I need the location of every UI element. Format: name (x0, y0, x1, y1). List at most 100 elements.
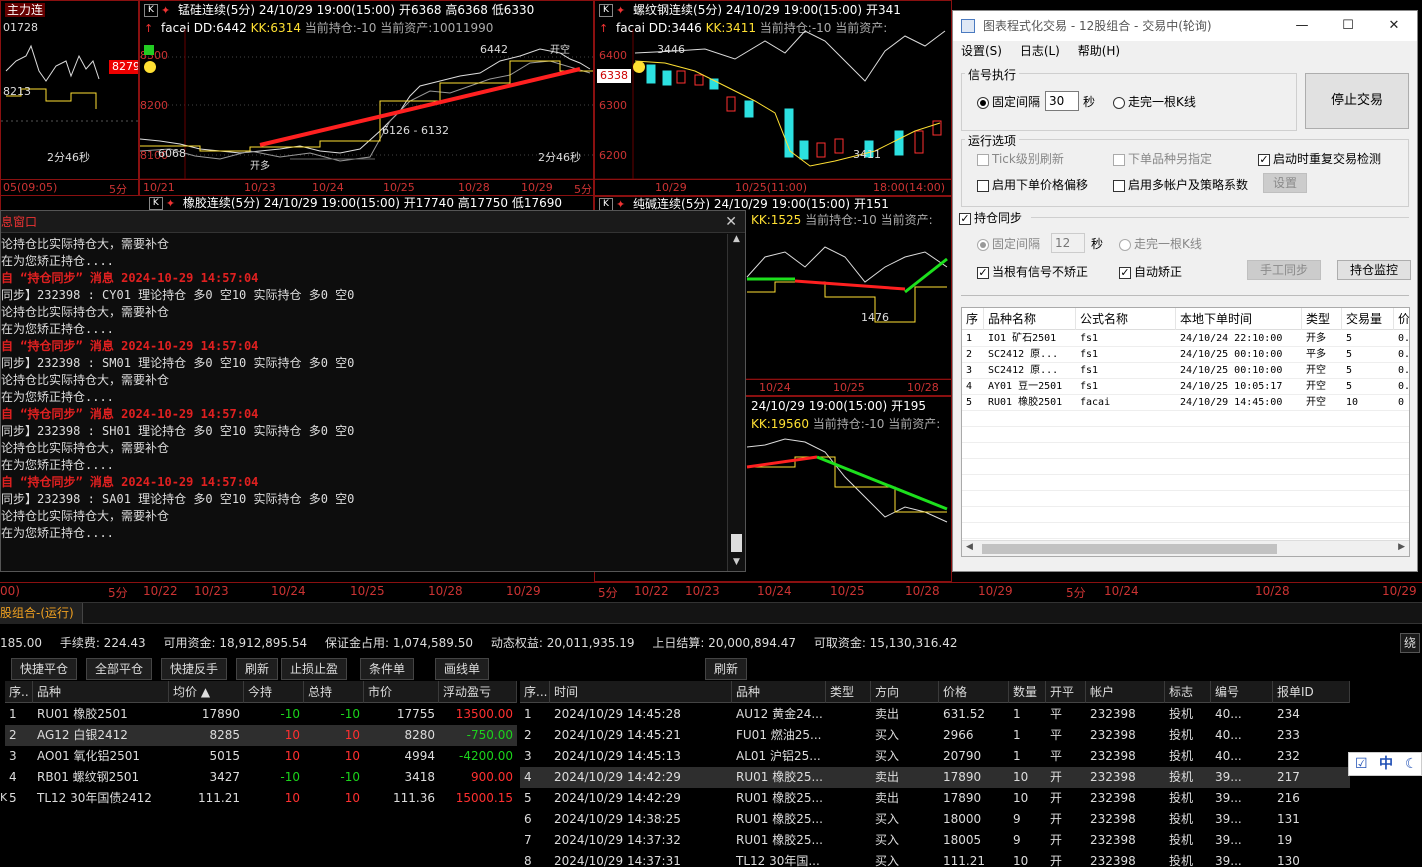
position-row[interactable]: 2 AG12 白银2412 8285 10 10 8280 -750.00 (5, 725, 517, 746)
minimize-icon[interactable]: — (1279, 11, 1325, 41)
scroll-left-icon[interactable]: ◀ (966, 542, 973, 552)
col-total[interactable]: 总持 (304, 681, 364, 703)
one-bar-radio[interactable]: 走完一根K线 (1113, 93, 1196, 110)
col-type[interactable]: 类型 (1302, 308, 1342, 330)
trade-row[interactable]: 8 2024/10/29 14:37:31 TL12 30年国... 买入 111.21… (520, 851, 1350, 867)
order-row[interactable]: 4 AY01 豆一2501 fs1 24/10/25 10:05:17 开空 5 0. (962, 379, 1409, 395)
message-scrollbar[interactable]: ▲ ▼ (727, 234, 745, 571)
menu-log[interactable]: 日志(L) (1020, 44, 1060, 58)
program-trading-dialog[interactable]: 图表程式化交易 - 12股组合 - 交易中(轮询) — ☐ ✕ 设置(S) 日志… (952, 10, 1418, 572)
scroll-down-icon[interactable]: ▼ (728, 557, 745, 571)
position-monitor-button[interactable]: 持仓监控 (1337, 260, 1411, 280)
col-no[interactable]: 序.. (5, 681, 33, 703)
trade-col-2[interactable]: 品种 (732, 681, 826, 703)
auto-fix-checkbox[interactable]: ✓ 自动矫正 (1119, 263, 1182, 280)
trade-col-11[interactable]: 报单ID (1273, 681, 1350, 703)
local-orders-list[interactable]: 序 品种名称 公式名称 本地下单时间 类型 交易量 价 1 IO1 矿石2501 f… (961, 307, 1410, 557)
k-button[interactable]: K (148, 197, 163, 210)
multi-account-checkbox[interactable]: 启用多帐户及策略系数 (1113, 176, 1248, 193)
price-offset-checkbox[interactable]: 启用下单价格偏移 (977, 176, 1088, 193)
menu-settings[interactable]: 设置(S) (961, 44, 1002, 58)
scroll-right-icon[interactable]: ▶ (1398, 542, 1405, 552)
fixed-interval-radio[interactable]: 固定间隔 (977, 93, 1040, 110)
order-row[interactable]: 2 SC2412 原... fs1 24/10/25 00:10:00 平多 5 0. (962, 347, 1409, 363)
sync-interval-input[interactable]: 12 (1051, 233, 1085, 253)
trade-col-0[interactable]: 序... (520, 681, 550, 703)
trade-col-6[interactable]: 数量 (1009, 681, 1046, 703)
col-no[interactable]: 序 (962, 308, 984, 330)
scroll-up-icon[interactable]: ▲ (728, 234, 745, 248)
sync-one-bar-radio[interactable]: 走完一根K线 (1119, 235, 1202, 252)
position-row[interactable]: 1 RU01 橡胶2501 17890 -10 -10 17755 13500.00 (5, 704, 517, 725)
col-pnl[interactable]: 浮动盈亏 (439, 681, 517, 703)
trade-row[interactable]: 2 2024/10/29 14:45:21 FU01 燃油25... 买入 2966 1 平… (520, 725, 1350, 746)
trade-row[interactable]: 1 2024/10/29 14:45:28 AU12 黄金24... 卖出 631.52… (520, 704, 1350, 725)
chart-pane-manganese[interactable]: K ✦ 锰硅连续(5分) 24/10/29 19:00(15:00) 开6368 … (139, 0, 594, 196)
scroll-thumb[interactable] (982, 544, 1277, 554)
chart-pane-rebar[interactable]: K ✦ 螺纹钢连续(5分) 24/10/29 19:00(15:00) 开341 … (594, 0, 952, 196)
message-window[interactable]: 息窗口 ✕ 论持仓比实际持仓大，需要补仓 在为您矫正持仓.... 自 “持仓同步” … (0, 210, 746, 572)
trade-col-7[interactable]: 开平 (1046, 681, 1086, 703)
manual-sync-button[interactable]: 手工同步 (1247, 260, 1321, 280)
trade-col-9[interactable]: 标志 (1165, 681, 1211, 703)
positions-table[interactable]: 序.. 品种 均价 ▲ 今持 总持 市价 浮动盈亏 1 RU01 橡胶2501 17… (5, 681, 517, 867)
col-local-time[interactable]: 本地下单时间 (1176, 308, 1302, 330)
order-variety-checkbox[interactable]: 下单品种另指定 (1113, 150, 1212, 167)
trade-col-8[interactable]: 帐户 (1086, 681, 1165, 703)
position-row[interactable]: 5 TL12 30年国债2412 111.21 10 10 111.36 15000.15 (5, 788, 517, 809)
col-today[interactable]: 今持 (244, 681, 304, 703)
startup-check-checkbox[interactable]: ✓ 启动时重复交易检测 (1258, 150, 1381, 167)
tick-refresh-checkbox[interactable]: Tick级别刷新 (977, 150, 1064, 167)
interval-input[interactable]: 30 (1045, 91, 1079, 111)
trade-col-10[interactable]: 编号 (1211, 681, 1273, 703)
setup-button[interactable]: 设置 (1263, 173, 1307, 193)
trade-row[interactable]: 3 2024/10/29 14:45:13 AL01 沪铝25... 买入 20790 1… (520, 746, 1350, 767)
tab-portfolio-running[interactable]: 股组合-(运行) (0, 603, 83, 624)
quick-reverse-button[interactable]: 快捷反手 (161, 658, 228, 680)
position-row[interactable]: 4 RB01 螺纹钢2501 3427 -10 -10 3418 900.00 (5, 767, 517, 788)
col-variety[interactable]: 品种 (33, 681, 169, 703)
order-row[interactable]: 1 IO1 矿石2501 fs1 24/10/24 22:10:00 开多 5 0. (962, 331, 1409, 347)
close-icon[interactable]: ✕ (1371, 11, 1417, 41)
conditional-order-button[interactable]: 条件单 (360, 658, 415, 680)
stop-trade-button[interactable]: 停止交易 (1305, 73, 1409, 129)
col-volume[interactable]: 交易量 (1342, 308, 1394, 330)
position-sync-checkbox[interactable]: ✓ 持仓同步 (959, 209, 1022, 226)
dialog-titlebar[interactable]: 图表程式化交易 - 12股组合 - 交易中(轮询) — ☐ ✕ (953, 11, 1417, 41)
menu-help[interactable]: 帮助(H) (1078, 44, 1120, 58)
col-price[interactable]: 价 (1394, 308, 1409, 330)
trades-table[interactable]: 序... 时间 品种 类型 方向 价格 数量 开平 帐户 标志 编号 报单ID 1 2024/10/29… (520, 681, 1350, 867)
refresh-trades-button[interactable]: 刷新 (705, 658, 748, 680)
close-icon[interactable]: ✕ (725, 211, 737, 233)
trade-row[interactable]: 6 2024/10/29 14:38:25 RU01 橡胶25... 买入 18000 9… (520, 809, 1350, 830)
order-row[interactable]: 5 RU01 橡胶2501 facai 24/10/29 14:45:00 开空 10 0 (962, 395, 1409, 411)
scroll-thumb[interactable] (731, 534, 742, 552)
col-market[interactable]: 市价 (364, 681, 439, 703)
ime-indicator[interactable]: ☑ 中 ☾ (1348, 752, 1422, 776)
wrap-button[interactable]: 绕 (1400, 633, 1420, 653)
ime-mode[interactable]: 中 (1379, 753, 1393, 775)
col-avg-price[interactable]: 均价 ▲ (169, 681, 244, 703)
trade-col-4[interactable]: 方向 (871, 681, 939, 703)
col-formula[interactable]: 公式名称 (1076, 308, 1176, 330)
maximize-icon[interactable]: ☐ (1325, 11, 1371, 41)
no-fix-signal-checkbox[interactable]: ✓ 当根有信号不矫正 (977, 263, 1088, 280)
stop-loss-button[interactable]: 止损止盈 (281, 658, 348, 680)
col-variety-name[interactable]: 品种名称 (984, 308, 1076, 330)
refresh-button[interactable]: 刷新 (236, 658, 279, 680)
trade-row[interactable]: 7 2024/10/29 14:37:32 RU01 橡胶25... 买入 18005 9… (520, 830, 1350, 851)
trade-row[interactable]: 5 2024/10/29 14:42:29 RU01 橡胶25... 卖出 17890 1… (520, 788, 1350, 809)
trade-col-1[interactable]: 时间 (550, 681, 732, 703)
line-order-button[interactable]: 画线单 (435, 658, 490, 680)
position-row[interactable]: 3 AO01 氧化铝2501 5015 10 10 4994 -4200.00 (5, 746, 517, 767)
chart-pane-1[interactable]: 主力连 01728 8279 8213 2分46秒 05(09:05) 5分 (0, 0, 139, 196)
trade-col-3[interactable]: 类型 (826, 681, 871, 703)
trade-icon[interactable]: ✦ (166, 196, 175, 211)
sync-fixed-interval-radio[interactable]: 固定间隔 (977, 235, 1040, 252)
trade-col-5[interactable]: 价格 (939, 681, 1009, 703)
orders-horizontal-scrollbar[interactable]: ◀ ▶ (962, 540, 1409, 556)
quick-close-button[interactable]: 快捷平仓 (11, 658, 78, 680)
close-all-button[interactable]: 全部平仓 (86, 658, 153, 680)
trade-row[interactable]: 4 2024/10/29 14:42:29 RU01 橡胶25... 卖出 17890 1… (520, 767, 1350, 788)
order-row[interactable]: 3 SC2412 原... fs1 24/10/25 00:10:00 开空 5 0. (962, 363, 1409, 379)
